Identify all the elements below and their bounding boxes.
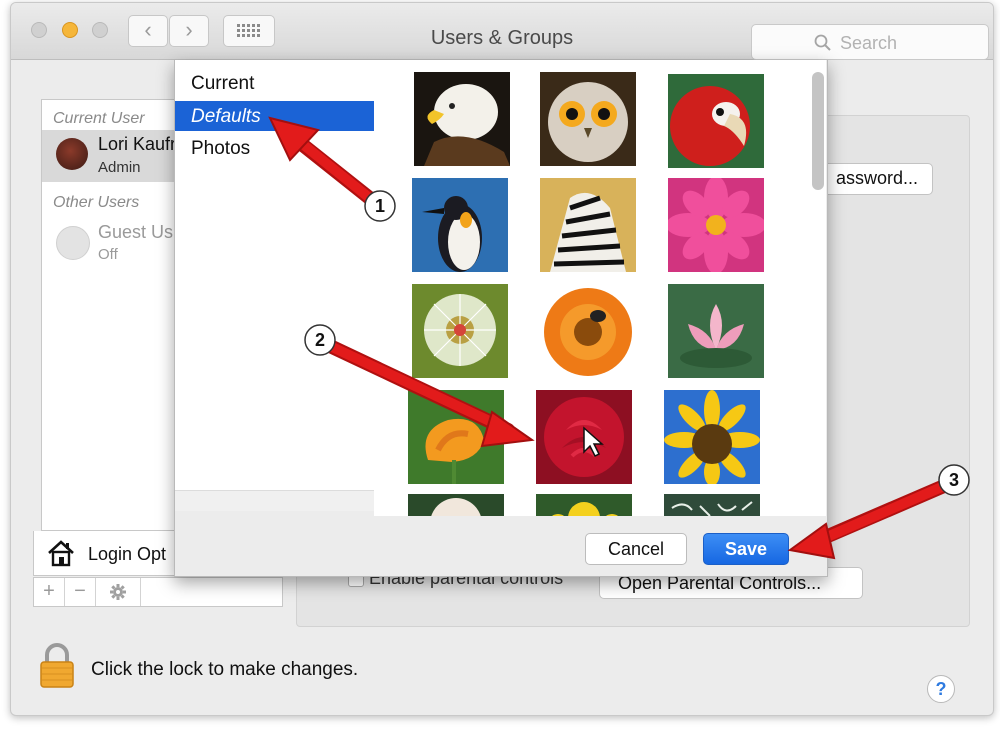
house-icon (48, 540, 74, 567)
titlebar: ‹ › Users & Groups Search (11, 3, 993, 60)
lock-icon[interactable] (39, 643, 75, 689)
picture-yellow-flowers[interactable] (536, 494, 632, 516)
source-list-footer (175, 490, 374, 511)
change-password-button[interactable]: assword... (811, 163, 933, 195)
cancel-button[interactable]: Cancel (585, 533, 687, 565)
source-defaults[interactable]: Defaults (175, 101, 374, 131)
avatar (56, 138, 88, 170)
picture-white-flower[interactable] (408, 494, 504, 516)
add-user-button[interactable]: + (34, 578, 65, 606)
search-placeholder: Search (840, 33, 898, 53)
picture-orange-flower[interactable] (540, 284, 636, 378)
save-button[interactable]: Save (703, 533, 789, 565)
picture-pink-flower[interactable] (668, 178, 764, 272)
picture-dandelion[interactable] (412, 284, 508, 378)
gear-icon (110, 584, 126, 600)
picture-owl[interactable] (540, 72, 636, 166)
search-icon (814, 34, 831, 51)
action-menu-button[interactable] (96, 578, 141, 606)
source-photos[interactable]: Photos (175, 133, 374, 163)
guest-avatar (56, 226, 90, 260)
help-button[interactable]: ? (927, 675, 955, 703)
source-current[interactable]: Current (175, 68, 374, 98)
current-user-header: Current User (53, 110, 145, 127)
lock-message: Click the lock to make changes. (91, 659, 359, 680)
picture-lotus[interactable] (668, 284, 764, 378)
user-name: Lori Kaufr (98, 134, 177, 154)
picture-sunflower[interactable] (664, 390, 760, 484)
list-actions-bar: + − (33, 577, 283, 607)
gallery-scrollbar[interactable] (812, 72, 824, 190)
picture-red-rose[interactable] (536, 390, 632, 484)
picture-poppy[interactable] (408, 390, 504, 484)
picture-source-list: Current Defaults Photos (175, 60, 375, 511)
search-field[interactable]: Search (751, 24, 989, 60)
user-role: Admin (98, 159, 141, 176)
picture-chalkboard[interactable] (664, 494, 760, 516)
picture-picker-popover: Current Defaults Photos Cancel Save (174, 60, 828, 577)
picture-parrot[interactable] (668, 74, 764, 168)
default-pictures-grid (374, 60, 826, 516)
login-options-label: Login Opt (88, 544, 167, 564)
other-users-header: Other Users (53, 194, 140, 211)
guest-user-status: Off (98, 246, 118, 263)
picture-zebra[interactable] (540, 178, 636, 272)
guest-user-name[interactable]: Guest Us (98, 222, 173, 243)
picture-penguin[interactable] (412, 178, 508, 272)
remove-user-button[interactable]: − (65, 578, 96, 606)
picture-eagle[interactable] (414, 72, 510, 166)
